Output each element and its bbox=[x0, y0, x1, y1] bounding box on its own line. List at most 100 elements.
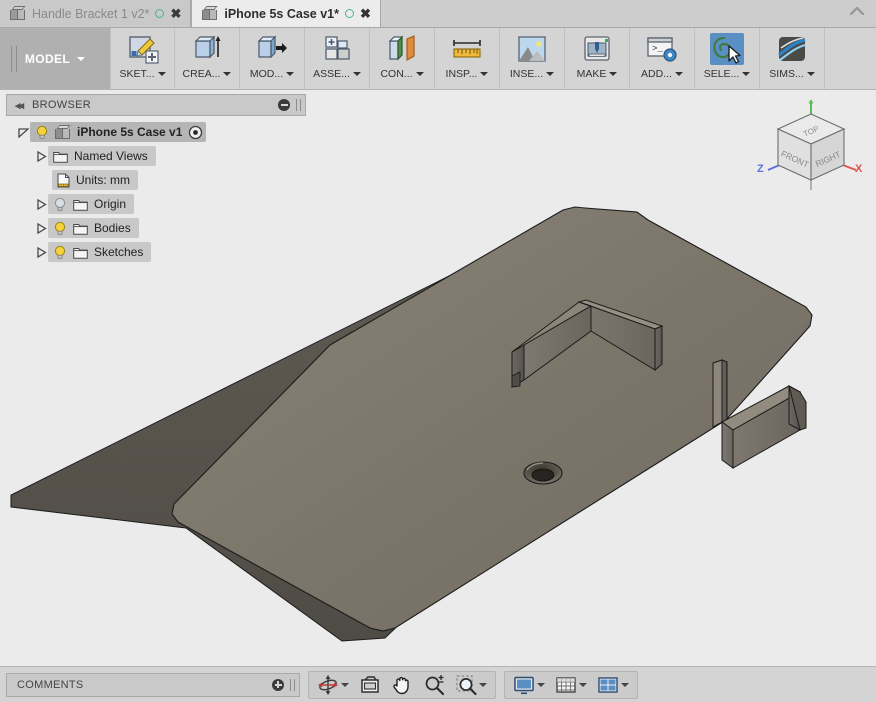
chevron-up-icon[interactable] bbox=[850, 6, 864, 15]
plus-circle-icon[interactable] bbox=[272, 678, 284, 691]
ribbon-button-construct[interactable]: CON... bbox=[370, 28, 435, 89]
ribbon-empty-area bbox=[825, 28, 876, 89]
sync-circle-icon[interactable] bbox=[345, 9, 354, 18]
ribbon-button-inspect[interactable]: INSP... bbox=[435, 28, 500, 89]
label-text: ADD... bbox=[641, 68, 672, 80]
zoom-window-button[interactable] bbox=[450, 672, 492, 698]
display-settings-button[interactable] bbox=[508, 672, 550, 698]
axis-label-x: X bbox=[855, 163, 863, 175]
tree-item-units[interactable]: Units: mm bbox=[6, 168, 306, 192]
drag-grip-icon[interactable] bbox=[290, 678, 295, 691]
activate-target-icon[interactable] bbox=[188, 125, 203, 140]
minus-circle-icon[interactable] bbox=[278, 99, 290, 111]
visibility-bulb-on-icon[interactable] bbox=[53, 245, 67, 260]
workspace-selector-model[interactable]: MODEL bbox=[0, 28, 110, 89]
tree-item-iphone-5s-case[interactable]: iPhone 5s Case v1 bbox=[6, 120, 306, 144]
view-cube[interactable]: Y X Z TOP FRONT RIGHT bbox=[752, 98, 870, 198]
document-tab-bar: Handle Bracket 1 v2* ✖ iPhone 5s Case v1… bbox=[0, 0, 876, 28]
zoom-window-icon bbox=[456, 674, 477, 695]
zoom-button[interactable] bbox=[418, 672, 450, 698]
document-tab-handle-bracket[interactable]: Handle Bracket 1 v2* ✖ bbox=[0, 0, 192, 27]
caret-down-icon bbox=[77, 56, 86, 61]
tree-item-named-views[interactable]: Named Views bbox=[6, 144, 306, 168]
ribbon-button-select[interactable]: SELE... bbox=[695, 28, 760, 89]
label-text: INSP... bbox=[445, 68, 478, 80]
expander-collapsed-icon[interactable] bbox=[34, 222, 48, 234]
tab-label: Handle Bracket 1 v2* bbox=[32, 6, 150, 21]
viewport-layout-button[interactable] bbox=[592, 672, 634, 698]
pan-button[interactable] bbox=[386, 672, 418, 698]
visibility-bulb-on-icon[interactable] bbox=[35, 125, 49, 140]
visibility-bulb-on-icon[interactable] bbox=[53, 221, 67, 236]
visibility-bulb-off-icon[interactable] bbox=[53, 197, 67, 212]
close-icon[interactable]: ✖ bbox=[170, 7, 181, 20]
tree-item-label: Units: mm bbox=[76, 173, 130, 187]
ribbon-button-create[interactable]: CREA... bbox=[175, 28, 240, 89]
ribbon-button-label: SELE... bbox=[704, 68, 751, 80]
comments-title: COMMENTS bbox=[17, 678, 84, 691]
ribbon-button-sim[interactable]: SIMS... bbox=[760, 28, 825, 89]
ribbon-button-insert[interactable]: INSE... bbox=[500, 28, 565, 89]
caret-down-icon bbox=[546, 72, 555, 76]
ribbon-group-list: SKET... CREA... MOD... ASSE... CON... IN… bbox=[110, 28, 876, 89]
caret-down-icon bbox=[621, 682, 629, 687]
browser-tree: iPhone 5s Case v1 Named Views Units: mm … bbox=[6, 116, 306, 264]
sync-circle-icon[interactable] bbox=[155, 9, 165, 18]
expander-collapsed-icon[interactable] bbox=[34, 198, 48, 210]
caret-down-icon bbox=[157, 72, 166, 76]
units-doc-icon bbox=[57, 173, 70, 188]
display-monitor-icon bbox=[514, 676, 534, 694]
look-at-camera-icon bbox=[361, 675, 379, 693]
sketch-icon bbox=[126, 33, 160, 65]
double-arrow-left-icon[interactable]: ◂◂ bbox=[15, 99, 24, 112]
expander-expanded-icon[interactable] bbox=[16, 127, 30, 138]
script-addin-icon: >_ bbox=[645, 33, 679, 65]
document-tab-iphone-5s-case[interactable]: iPhone 5s Case v1* ✖ bbox=[191, 0, 381, 27]
ribbon-button-label: CREA... bbox=[183, 68, 232, 80]
ribbon-button-label: SIMS... bbox=[769, 68, 815, 80]
label-text: CON... bbox=[380, 68, 413, 80]
look-at-button[interactable] bbox=[354, 672, 386, 698]
caret-down-icon bbox=[674, 72, 683, 76]
svg-text:>_: >_ bbox=[652, 44, 663, 54]
tree-item-sketches[interactable]: Sketches bbox=[6, 240, 306, 264]
tree-item-origin[interactable]: Origin bbox=[6, 192, 306, 216]
orbit-button[interactable] bbox=[312, 672, 354, 698]
comments-panel[interactable]: COMMENTS bbox=[6, 672, 300, 697]
caret-down-icon bbox=[341, 682, 349, 687]
folder-icon bbox=[73, 198, 88, 211]
browser-title: BROWSER bbox=[32, 99, 91, 111]
pan-hand-icon bbox=[393, 676, 409, 694]
navigation-bar-group-display bbox=[504, 670, 638, 699]
create-extrude-icon bbox=[190, 33, 224, 65]
tab-bar-empty-area bbox=[380, 0, 876, 27]
axis-label-y: Y bbox=[808, 100, 814, 110]
folder-icon bbox=[53, 150, 68, 163]
caret-down-icon bbox=[806, 72, 815, 76]
expander-collapsed-icon[interactable] bbox=[34, 246, 48, 258]
3d-print-icon bbox=[580, 33, 614, 65]
tree-item-label: iPhone 5s Case v1 bbox=[77, 125, 183, 139]
folder-icon bbox=[73, 222, 88, 235]
close-icon[interactable]: ✖ bbox=[360, 7, 371, 20]
ribbon-button-assemble[interactable]: ASSE... bbox=[305, 28, 370, 89]
ribbon-button-modify[interactable]: MOD... bbox=[240, 28, 305, 89]
tree-item-label: Origin bbox=[94, 197, 127, 211]
ribbon-button-addins[interactable]: >_ ADD... bbox=[630, 28, 695, 89]
viewport-layout-icon bbox=[598, 676, 618, 693]
grid-snaps-button[interactable] bbox=[550, 672, 592, 698]
caret-down-icon bbox=[480, 72, 489, 76]
browser-panel: ◂◂ BROWSER iPhone 5s Case v1 Named Views… bbox=[6, 94, 306, 264]
caret-down-icon bbox=[537, 682, 545, 687]
insert-image-icon bbox=[515, 33, 549, 65]
cube-icon bbox=[10, 6, 26, 21]
assemble-icon bbox=[320, 33, 354, 65]
ribbon-button-make[interactable]: MAKE bbox=[565, 28, 630, 89]
tree-item-bodies[interactable]: Bodies bbox=[6, 216, 306, 240]
axis-label-z: Z bbox=[757, 163, 764, 175]
label-text: MOD... bbox=[249, 68, 284, 80]
ribbon-button-sketch[interactable]: SKET... bbox=[110, 28, 175, 89]
expander-collapsed-icon[interactable] bbox=[34, 150, 48, 162]
grid-icon bbox=[556, 676, 576, 693]
drag-grip-icon[interactable] bbox=[296, 99, 301, 111]
